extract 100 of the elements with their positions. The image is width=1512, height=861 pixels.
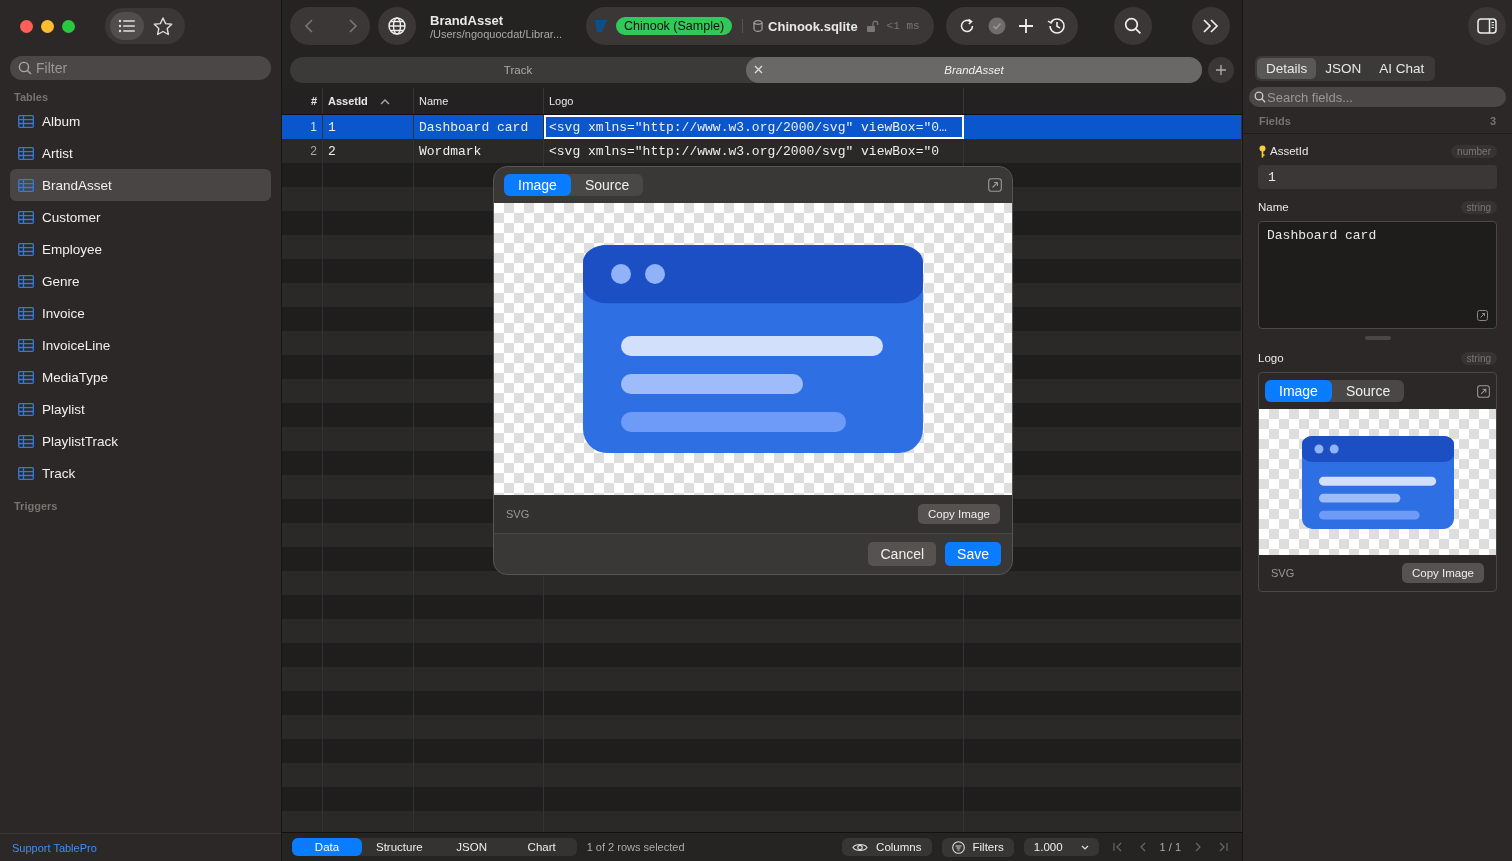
search-icon (1254, 91, 1266, 103)
view-tab[interactable]: JSON (436, 838, 507, 856)
type-badge: string (1460, 351, 1497, 365)
minimize-window-button[interactable] (41, 19, 54, 33)
segment-tab[interactable]: Source (570, 174, 644, 196)
expand-button[interactable] (1192, 7, 1230, 45)
table-icon (18, 402, 34, 416)
last-page-icon[interactable] (1219, 842, 1228, 852)
table-icon (18, 434, 34, 448)
field-label: AssetId (1270, 145, 1309, 157)
sort-ascending-icon (379, 97, 390, 105)
save-button[interactable]: Save (945, 542, 1001, 566)
column-header[interactable]: Name (414, 88, 544, 114)
eye-icon (852, 841, 869, 853)
new-tab-button[interactable] (1208, 57, 1234, 83)
sidebar-item[interactable]: Invoice (10, 297, 271, 329)
value-field[interactable]: 1 (1258, 165, 1497, 189)
column-header[interactable]: # (282, 88, 323, 114)
unlocked-icon[interactable] (865, 19, 879, 33)
panel-tab[interactable]: Details (1257, 58, 1317, 79)
filters-button[interactable]: Filters (941, 837, 1014, 857)
tab[interactable]: BrandAsset (746, 57, 1202, 83)
sidebar-item[interactable]: Playlist (10, 393, 271, 425)
forward-icon[interactable] (348, 18, 358, 34)
field-label: Name (1258, 201, 1289, 213)
tab[interactable]: Track (290, 57, 746, 83)
search-button[interactable] (1114, 7, 1152, 45)
close-icon[interactable] (754, 65, 763, 74)
sidebar-item[interactable]: Track (10, 457, 271, 489)
table-cell: <svg xmlns="http://www.w3.org/2000/svg" viewBox="0… (544, 115, 964, 139)
back-icon[interactable] (304, 18, 314, 34)
previous-page-icon[interactable] (1139, 842, 1146, 852)
table-icon (18, 306, 34, 320)
table-icon (18, 114, 34, 128)
sidebar-item[interactable]: InvoiceLine (10, 329, 271, 361)
expand-icon[interactable] (1477, 384, 1490, 398)
table-icon (18, 338, 34, 352)
cancel-button[interactable]: Cancel (868, 542, 937, 566)
table-icon (18, 146, 34, 160)
support-link[interactable]: Support TablePro (12, 841, 97, 854)
sidebar-item[interactable]: Artist (10, 137, 271, 169)
search-fields-field[interactable]: Search fields... (1249, 87, 1506, 107)
section-heading: Tables (13, 90, 50, 105)
history-icon[interactable] (1046, 17, 1066, 35)
section-heading: Triggers (13, 499, 59, 514)
fields-count: 3 (1489, 115, 1496, 127)
sidebar-item[interactable]: Employee (10, 233, 271, 265)
text-area[interactable]: Dashboard card (1258, 221, 1497, 329)
copy-image-button[interactable]: Copy Image (918, 504, 1000, 524)
list-button[interactable] (110, 12, 144, 40)
expand-icon[interactable] (988, 178, 1002, 192)
segment-tab[interactable]: Image (504, 174, 571, 196)
plus-icon[interactable] (1018, 18, 1034, 34)
table-icon (18, 178, 34, 192)
segment-tab[interactable]: Source (1331, 380, 1405, 402)
refresh-icon[interactable] (958, 17, 976, 35)
sidebar-item[interactable]: Customer (10, 201, 271, 233)
sidebar-item[interactable]: BrandAsset (10, 169, 271, 201)
row-limit-dropdown[interactable]: 1.000 (1023, 838, 1099, 856)
plus-icon (1215, 64, 1227, 76)
segment-tab[interactable]: Image (1265, 380, 1332, 402)
column-header[interactable]: Logo (544, 88, 964, 114)
query-time: <1 ms (886, 20, 920, 32)
table-icon (18, 274, 34, 288)
globe-button[interactable] (378, 7, 416, 45)
format-label: SVG (1271, 567, 1295, 579)
copy-image-button[interactable]: Copy Image (1402, 563, 1484, 583)
filter-field[interactable]: Filter (10, 56, 271, 80)
type-badge: number (1451, 144, 1497, 158)
sidebar-item[interactable]: Genre (10, 265, 271, 297)
star-icon (153, 16, 173, 36)
expand-icon[interactable] (1477, 310, 1488, 321)
list-icon (118, 19, 136, 33)
close-window-button[interactable] (20, 19, 33, 33)
view-tab[interactable]: Chart (506, 838, 577, 856)
sidebar-icon (1477, 18, 1497, 34)
sidebar-item[interactable]: PlaylistTrack (10, 425, 271, 457)
panel-tab[interactable]: JSON (1316, 58, 1371, 79)
zoom-window-button[interactable] (62, 19, 75, 33)
double-chevron-icon (1201, 18, 1221, 34)
search-icon (1124, 17, 1142, 35)
selection-count: 1 of 2 rows selected (586, 841, 685, 853)
view-tab[interactable]: Structure (362, 838, 437, 856)
columns-button[interactable]: Columns (842, 838, 932, 856)
sidebar-item[interactable]: MediaType (10, 361, 271, 393)
connection-badge[interactable]: Chinook (Sample) (616, 17, 733, 35)
column-header[interactable]: AssetId (323, 88, 414, 114)
database-icon (753, 20, 764, 32)
next-page-icon[interactable] (1195, 842, 1201, 852)
filter-icon (951, 840, 965, 854)
panel-tab[interactable]: AI Chat (1370, 58, 1434, 79)
view-tab[interactable]: Data (292, 838, 362, 856)
format-label: SVG (506, 508, 530, 520)
checkmark-icon[interactable] (988, 17, 1006, 35)
window-title: BrandAsset (430, 12, 504, 28)
sidebar-toggle-button[interactable] (1468, 7, 1506, 45)
sidebar-item[interactable]: Album (10, 105, 271, 137)
first-page-icon[interactable] (1112, 842, 1122, 852)
table-row[interactable]: 2 2 Wordmark <svg xmlns="http://www.w3.org/2000/svg" viewBox="0 (282, 139, 1242, 163)
table-row[interactable]: 1 1 Dashboard card <svg xmlns="http://www.w3.org/2000/svg" viewBox="0… (282, 115, 1242, 139)
